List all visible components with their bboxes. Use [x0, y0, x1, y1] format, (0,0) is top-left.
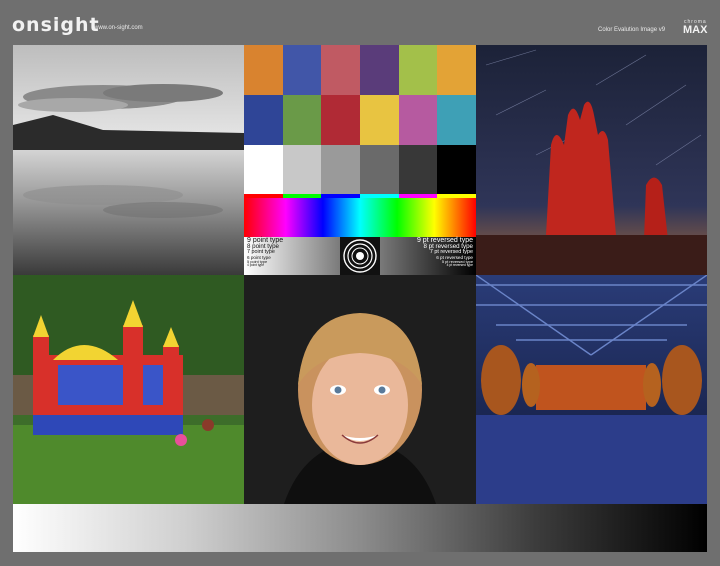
resolution-target-icon: [340, 237, 380, 275]
color-swatch: [437, 94, 476, 145]
website-url: www.on-sight.com: [94, 25, 143, 31]
header: onsight www.on-sight.com Color Evalution…: [0, 0, 720, 42]
hand-sculpture-night-photo: [476, 45, 707, 275]
hue-spectrum-strip: [244, 198, 476, 237]
color-swatch: [282, 144, 322, 195]
type-test-block: 9 point type 8 point type 7 point type 6…: [244, 237, 476, 275]
type-samples: 9 point type 8 point type 7 point type 6…: [244, 237, 340, 275]
bw-lake-photo: [13, 45, 244, 275]
bounce-house-photo: [13, 275, 244, 504]
color-swatch: [398, 144, 438, 195]
color-swatch: [244, 45, 283, 95]
onsight-logo: onsight: [12, 14, 100, 36]
color-swatch: [244, 144, 283, 195]
child-portrait-photo: [244, 275, 476, 504]
color-test-chart: 9 point type 8 point type 7 point type 6…: [244, 45, 476, 275]
color-swatch: [398, 45, 438, 95]
reversed-type-samples: 9 pt reversed type 8 pt reversed type 7 …: [380, 237, 476, 275]
type-sample: 4 point type: [247, 263, 265, 268]
color-swatch: [398, 94, 438, 145]
color-swatch: [437, 45, 476, 95]
image-title: Color Evalution Image v9: [598, 27, 666, 33]
color-swatch: [282, 94, 322, 145]
color-swatch: [360, 144, 399, 195]
brand-max: MAX: [683, 24, 708, 36]
grayscale-gradient-strip: [13, 504, 707, 552]
color-swatch: [321, 94, 360, 145]
color-swatch: [437, 144, 476, 195]
color-swatch: [360, 45, 399, 95]
color-swatch: [282, 45, 322, 95]
color-swatch: [321, 144, 360, 195]
reversed-type-sample: 4 pt reversed type: [446, 263, 473, 268]
color-swatch: [244, 94, 283, 145]
color-swatch: [321, 45, 360, 95]
industrial-hall-photo: [476, 275, 707, 504]
color-swatch: [360, 94, 399, 145]
